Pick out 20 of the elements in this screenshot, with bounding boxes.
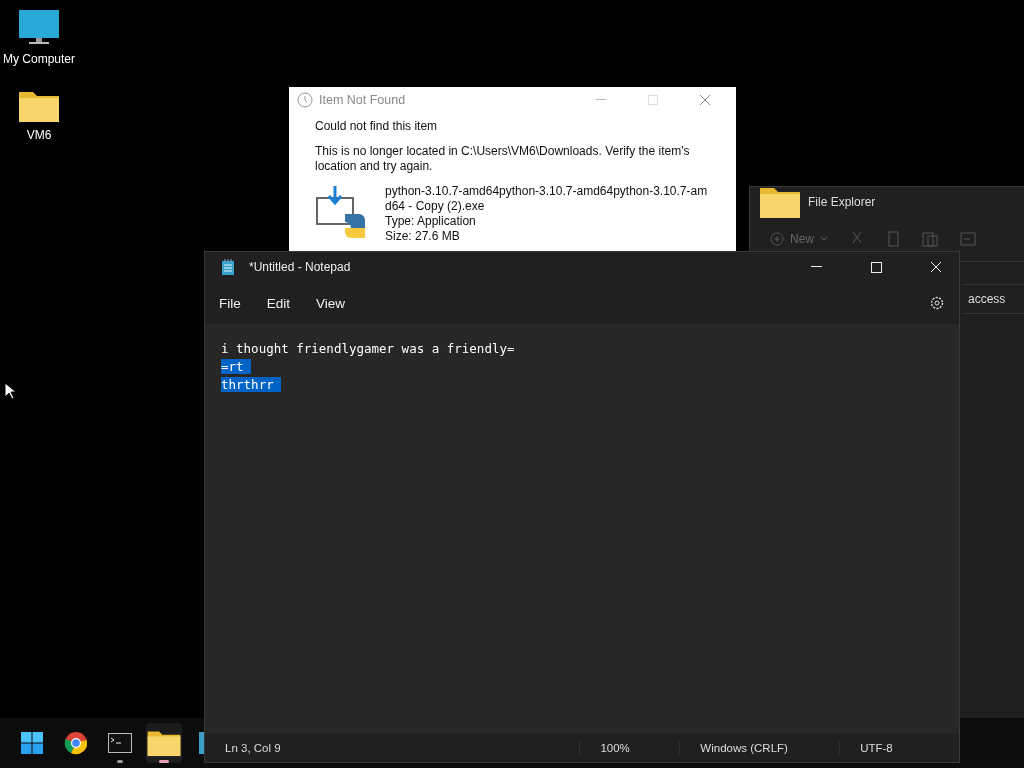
- text-line: i thought friendlygamer was a friendly=: [221, 341, 515, 356]
- nav-item[interactable]: access: [962, 284, 1024, 314]
- file-name: d64 - Copy (2).exe: [385, 199, 486, 214]
- window-title: *Untitled - Notepad: [249, 260, 352, 274]
- dialog-message: This is no longer located in C:\Users\VM6\Downloads. Verify the item's location and try again.: [315, 144, 691, 174]
- status-text: 100%: [579, 742, 680, 754]
- file-size: Size: 27.6 MB: [385, 229, 461, 244]
- window-title: Item Not Found: [319, 93, 407, 107]
- menu-item[interactable]: Edit: [258, 289, 299, 317]
- dialog-heading: Could not find this item: [315, 119, 439, 134]
- menu-item[interactable]: View: [308, 289, 354, 317]
- status-text: Windows (CRLF): [679, 742, 840, 754]
- file-name: python-3.10.7-amd64python-3.10.7-amd64python-3.10.7-am: [385, 184, 708, 199]
- desktop-icon-label: My Computer: [3, 52, 75, 66]
- window-title: File Explorer: [808, 195, 876, 209]
- status-text: Ln 3, Col 9: [224, 742, 282, 754]
- menu-item[interactable]: File: [211, 289, 249, 317]
- status-text: UTF-8: [839, 742, 959, 754]
- desktop-icon-label: VM6: [26, 128, 52, 142]
- file-type: Type: Application: [385, 214, 477, 229]
